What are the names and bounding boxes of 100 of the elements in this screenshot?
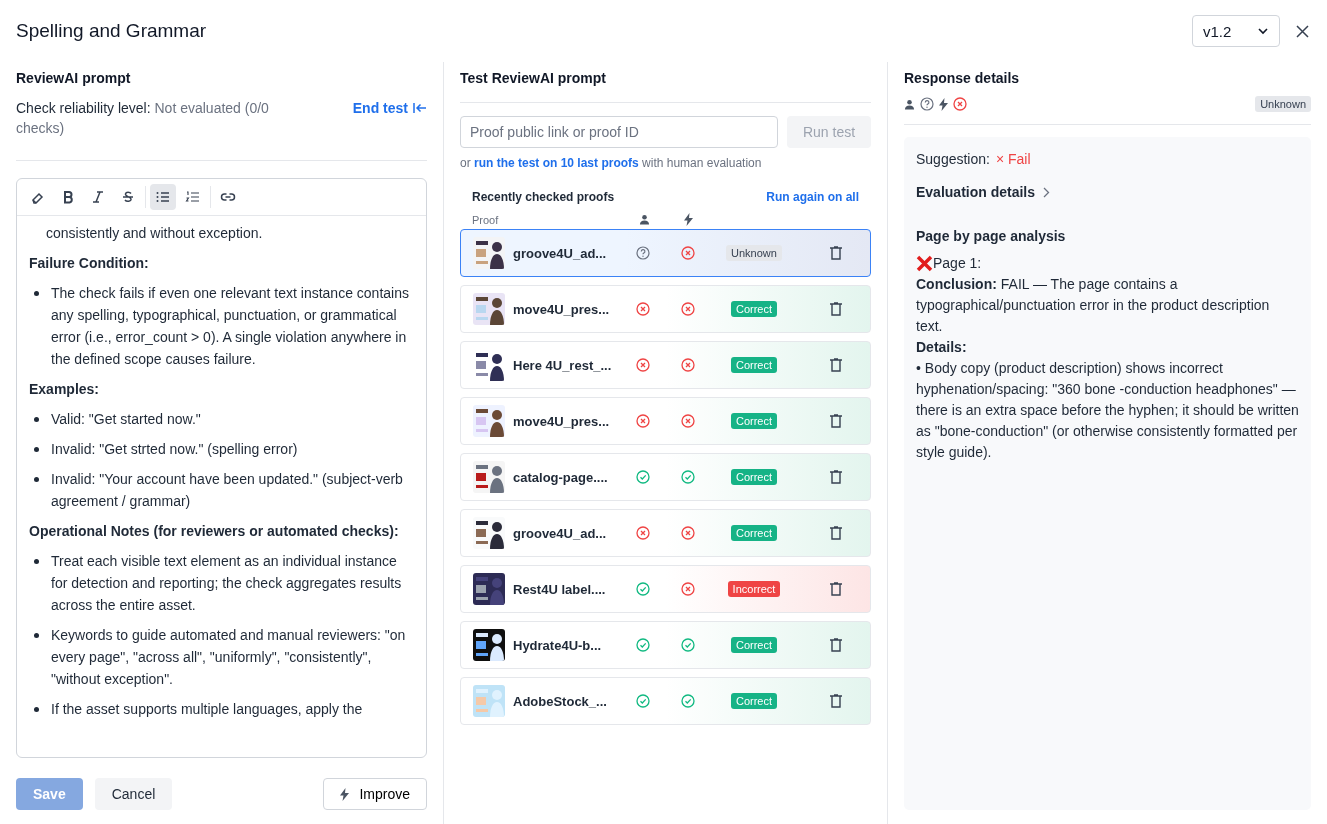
person-icon <box>638 214 650 225</box>
ai-status-check-icon <box>681 638 695 652</box>
proof-row[interactable]: AdobeStock_... Correct <box>460 677 871 725</box>
verdict-tag: Correct <box>730 637 778 653</box>
proof-row[interactable]: move4U_pres... Correct <box>460 397 871 445</box>
human-status-check-icon <box>636 638 650 652</box>
proof-input-field[interactable]: Proof public link or proof ID <box>460 116 778 148</box>
verdict-tag: Incorrect <box>727 581 781 597</box>
human-status-check-icon <box>636 582 650 596</box>
proof-row[interactable]: Hydrate4U-b... Correct <box>460 621 871 669</box>
trash-icon <box>830 694 842 708</box>
person-icon <box>904 98 915 110</box>
evaluation-details-toggle[interactable]: Evaluation details <box>916 184 1051 200</box>
bullet-icon <box>34 633 39 638</box>
bullet-icon <box>34 291 39 296</box>
delete-button[interactable] <box>830 694 842 708</box>
verdict-tag: Correct <box>730 469 778 485</box>
test-hint: or run the test on 10 last proofs with human evaluation <box>460 156 763 170</box>
proof-name: Hydrate4U-b... <box>512 637 603 653</box>
delete-button[interactable] <box>830 526 842 540</box>
prompt-bullet-text: Invalid: "Your account have been updated." (subject-verb agreement / grammar) <box>51 470 404 511</box>
trash-icon <box>830 246 842 260</box>
trash-icon <box>830 302 842 316</box>
proof-name: catalog-page.... <box>512 469 609 485</box>
delete-button[interactable] <box>830 638 842 652</box>
section-title: Response details <box>904 70 1021 86</box>
proof-name: groove4U_ad... <box>512 525 608 541</box>
version-dropdown[interactable]: v1.2 <box>1192 15 1280 47</box>
proof-row[interactable]: groove4U_ad... Unknown <box>460 229 871 277</box>
bullets-icon <box>155 189 171 205</box>
proof-name: move4U_pres... <box>512 301 611 317</box>
improve-button[interactable]: Improve <box>323 778 427 810</box>
dialog-title: Spelling and Grammar <box>16 20 208 42</box>
human-status-fail-icon <box>636 414 650 428</box>
trash-icon <box>830 526 842 540</box>
verdict-tag: Correct <box>730 525 778 541</box>
bullet-icon <box>34 477 39 482</box>
proof-name: Here 4U_rest_... <box>512 357 613 373</box>
delete-button[interactable] <box>830 358 842 372</box>
prompt-bullet-text: If the asset supports multiple languages, apply the <box>51 700 363 719</box>
bullet-icon <box>34 559 39 564</box>
chevron-down-icon <box>1257 27 1269 35</box>
prompt-bullet-text: The check fails if even one relevant text instance contains any spelling, typographical, punctuation, or grammatical error (i.e., error_count > 0). A single violation anywhere in the defined scope causes failure. <box>51 284 410 369</box>
numbers-icon <box>185 189 201 205</box>
prompt-text: consistently and without exception. <box>45 224 264 243</box>
verdict-tag: Correct <box>730 301 778 317</box>
ai-status-check-icon <box>681 694 695 708</box>
run-last-proofs-link[interactable]: run the test on 10 last proofs <box>474 156 639 170</box>
proof-row[interactable]: catalog-page.... Correct <box>460 453 871 501</box>
trash-icon <box>830 358 842 372</box>
section-title: ReviewAI prompt <box>16 70 132 86</box>
prompt-bullet-text: Keywords to guide automated and manual reviewers: "on every page", "across all", "uniformly", "consistently", "without exception". <box>51 626 407 689</box>
collapse-icon <box>413 102 427 114</box>
bullet-icon <box>34 707 39 712</box>
proof-row[interactable]: Here 4U_rest_... Correct <box>460 341 871 389</box>
close-icon <box>1296 24 1309 38</box>
human-status-fail-icon <box>636 358 650 372</box>
human-status-fail-icon <box>636 526 650 540</box>
proof-name: move4U_pres... <box>512 413 611 429</box>
proof-row[interactable]: move4U_pres... Correct <box>460 285 871 333</box>
proof-row[interactable]: Rest4U label.... Incorrect <box>460 565 871 613</box>
proof-row[interactable]: groove4U_ad... Correct <box>460 509 871 557</box>
delete-button[interactable] <box>830 246 842 260</box>
close-button[interactable] <box>1294 22 1311 40</box>
ai-status-fail-icon <box>681 358 695 372</box>
bullet-icon <box>34 447 39 452</box>
human-status-question-icon <box>920 97 934 111</box>
delete-button[interactable] <box>830 582 842 596</box>
verdict-tag: Correct <box>730 357 778 373</box>
chevron-right-icon <box>1043 186 1051 198</box>
trash-icon <box>830 414 842 428</box>
suggestion-value: × Fail <box>995 150 1031 169</box>
end-test-link[interactable]: End test <box>352 98 427 118</box>
ai-status-check-icon <box>681 470 695 484</box>
cross-icon <box>916 255 933 272</box>
verdict-tag: Correct <box>730 413 778 429</box>
cancel-button[interactable]: Cancel <box>94 778 173 810</box>
ai-status-fail-icon <box>681 526 695 540</box>
ai-status-fail-icon <box>681 414 695 428</box>
run-again-link[interactable]: Run again on all <box>766 190 859 204</box>
bolt-icon <box>683 213 693 226</box>
prompt-heading: Examples: <box>29 380 101 399</box>
column-header: Proof <box>472 213 499 226</box>
verdict-tag: Correct <box>730 693 778 709</box>
analysis-heading: Page by page analysis <box>916 227 1067 246</box>
strike-icon <box>120 189 136 205</box>
delete-button[interactable] <box>830 302 842 316</box>
details-label: Details: <box>916 338 968 357</box>
human-status-question-icon <box>636 246 650 260</box>
verdict-tag: Unknown <box>726 245 782 261</box>
delete-button[interactable] <box>830 414 842 428</box>
bolt-icon <box>340 787 350 801</box>
delete-button[interactable] <box>830 470 842 484</box>
trash-icon <box>830 470 842 484</box>
prompt-editor[interactable] <box>16 178 427 758</box>
section-title: Test ReviewAI prompt <box>460 70 607 86</box>
reliability-text: Check reliability level: Not evaluated (0/0 checks) <box>16 99 270 138</box>
prompt-bullet-text: Treat each visible text element as an individual instance for detection and reporting; the check aggregates results across the entire asset. <box>51 552 403 615</box>
prompt-bullet-text: Valid: "Get started now." <box>51 410 201 429</box>
bullet-list-button[interactable] <box>150 184 176 210</box>
